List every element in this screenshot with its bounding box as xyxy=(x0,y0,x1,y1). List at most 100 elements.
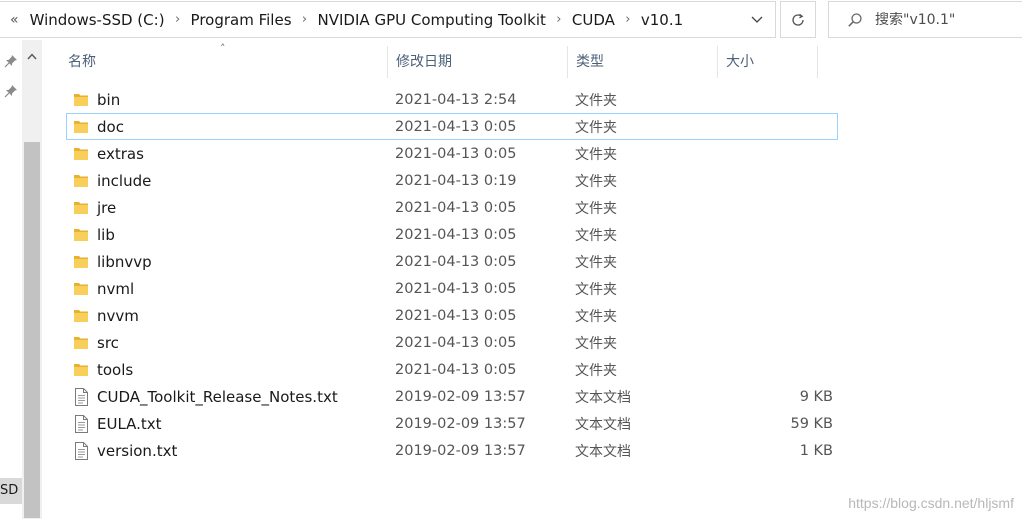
file-name: extras xyxy=(97,144,144,163)
file-name: bin xyxy=(97,90,121,109)
file-row[interactable]: libnvvp 2021-04-13 0:05 文件夹 xyxy=(66,248,838,275)
pin-icon[interactable] xyxy=(4,54,18,68)
chevron-up-icon xyxy=(27,52,37,59)
file-type: 文件夹 xyxy=(575,335,617,352)
file-modified-date: 2021-04-13 0:05 xyxy=(395,118,517,135)
column-header-name[interactable]: 名称 xyxy=(60,40,388,80)
file-row[interactable]: nvvm 2021-04-13 0:05 文件夹 xyxy=(66,302,838,329)
chevron-right-icon[interactable]: › xyxy=(167,12,189,27)
folder-icon xyxy=(74,147,88,160)
breadcrumb-item-current[interactable]: v10.1 xyxy=(639,11,685,29)
file-type: 文件夹 xyxy=(575,308,617,325)
file-list: ˄ 名称 修改日期 类型 大小 bin 2021-04-13 2:54 文件夹 doc… xyxy=(42,40,1022,519)
folder-icon xyxy=(74,336,88,349)
search-input[interactable] xyxy=(875,11,1015,28)
file-type: 文件夹 xyxy=(575,146,617,163)
file-name: jre xyxy=(97,198,117,217)
file-name: nvml xyxy=(97,279,135,298)
breadcrumb-overflow-button[interactable]: « xyxy=(10,12,19,28)
file-name: tools xyxy=(97,360,134,379)
nav-scrollbar[interactable] xyxy=(22,40,42,519)
folder-icon xyxy=(74,363,88,376)
file-size: 59 KB xyxy=(790,415,833,432)
refresh-icon xyxy=(792,13,804,26)
breadcrumb: « Windows-SSD (C:) › Program Files › NVI… xyxy=(0,2,685,37)
file-name: src xyxy=(97,333,119,352)
breadcrumb-item-drive[interactable]: Windows-SSD (C:) xyxy=(28,11,167,29)
file-row[interactable]: extras 2021-04-13 0:05 文件夹 xyxy=(66,140,838,167)
chevron-right-icon[interactable]: › xyxy=(294,12,316,27)
folder-icon xyxy=(74,255,88,268)
file-type: 文件夹 xyxy=(575,92,617,109)
file-row[interactable]: EULA.txt 2019-02-09 13:57 文本文档 59 KB xyxy=(66,410,838,437)
file-modified-date: 2019-02-09 13:57 xyxy=(395,415,526,432)
file-row[interactable]: jre 2021-04-13 0:05 文件夹 xyxy=(66,194,838,221)
file-row[interactable]: include 2021-04-13 0:19 文件夹 xyxy=(66,167,838,194)
file-name: lib xyxy=(97,225,115,244)
file-rows: bin 2021-04-13 2:54 文件夹 doc 2021-04-13 0:05 文… xyxy=(42,86,1022,464)
file-row[interactable]: src 2021-04-13 0:05 文件夹 xyxy=(66,329,838,356)
file-modified-date: 2021-04-13 0:05 xyxy=(395,145,517,162)
file-modified-date: 2019-02-09 13:57 xyxy=(395,442,526,459)
file-type: 文件夹 xyxy=(575,119,617,136)
search-box[interactable] xyxy=(828,1,1022,38)
column-header-row: ˄ 名称 修改日期 类型 大小 xyxy=(42,40,1022,80)
file-row[interactable]: nvml 2021-04-13 0:05 文件夹 xyxy=(66,275,838,302)
address-bar[interactable]: « Windows-SSD (C:) › Program Files › NVI… xyxy=(0,1,776,38)
file-row[interactable]: CUDA_Toolkit_Release_Notes.txt 2019-02-09… xyxy=(66,383,838,410)
file-type: 文本文档 xyxy=(575,443,631,460)
toolbar: « Windows-SSD (C:) › Program Files › NVI… xyxy=(0,0,1022,40)
chevron-down-icon xyxy=(751,16,763,23)
file-name: doc xyxy=(97,117,124,136)
file-modified-date: 2021-04-13 0:05 xyxy=(395,361,517,378)
file-name: nvvm xyxy=(97,306,139,325)
folder-icon xyxy=(74,228,88,241)
column-header-size[interactable]: 大小 xyxy=(718,40,818,80)
text-file-icon xyxy=(75,441,88,460)
file-modified-date: 2021-04-13 0:05 xyxy=(395,334,517,351)
file-type: 文件夹 xyxy=(575,254,617,271)
folder-icon xyxy=(74,309,88,322)
file-row[interactable]: doc 2021-04-13 0:05 文件夹 xyxy=(66,113,838,140)
chevron-right-icon[interactable]: › xyxy=(548,12,570,27)
file-modified-date: 2019-02-09 13:57 xyxy=(395,388,526,405)
file-type: 文件夹 xyxy=(575,362,617,379)
search-icon xyxy=(848,12,862,27)
file-row[interactable]: tools 2021-04-13 0:05 文件夹 xyxy=(66,356,838,383)
pin-icon[interactable] xyxy=(4,84,18,98)
file-row[interactable]: bin 2021-04-13 2:54 文件夹 xyxy=(66,86,838,113)
scrollbar-thumb[interactable] xyxy=(24,142,40,518)
nav-item-drive[interactable]: SD ( xyxy=(0,478,22,504)
folder-icon xyxy=(74,201,88,214)
file-row[interactable]: lib 2021-04-13 0:05 文件夹 xyxy=(66,221,838,248)
file-type: 文本文档 xyxy=(575,389,631,406)
file-modified-date: 2021-04-13 0:05 xyxy=(395,226,517,243)
file-type: 文件夹 xyxy=(575,173,617,190)
file-size: 9 KB xyxy=(799,388,833,405)
file-row[interactable]: version.txt 2019-02-09 13:57 文本文档 1 KB xyxy=(66,437,838,464)
file-type: 文本文档 xyxy=(575,416,631,433)
file-modified-date: 2021-04-13 0:05 xyxy=(395,280,517,297)
scroll-up-button[interactable] xyxy=(22,48,42,64)
folder-icon xyxy=(74,282,88,295)
navigation-pane xyxy=(0,40,22,519)
file-name: EULA.txt xyxy=(97,414,162,433)
file-size: 1 KB xyxy=(799,442,833,459)
breadcrumb-item-program-files[interactable]: Program Files xyxy=(189,11,294,29)
refresh-button[interactable] xyxy=(780,1,816,38)
column-header-date[interactable]: 修改日期 xyxy=(388,40,568,80)
text-file-icon xyxy=(75,414,88,433)
file-name: version.txt xyxy=(97,441,178,460)
file-modified-date: 2021-04-13 0:05 xyxy=(395,253,517,270)
column-header-type[interactable]: 类型 xyxy=(568,40,718,80)
breadcrumb-item-nvidia-toolkit[interactable]: NVIDIA GPU Computing Toolkit xyxy=(316,11,548,29)
chevron-right-icon[interactable]: › xyxy=(617,12,639,27)
folder-icon xyxy=(74,93,88,106)
file-type: 文件夹 xyxy=(575,200,617,217)
file-name: libnvvp xyxy=(97,252,152,271)
file-type: 文件夹 xyxy=(575,227,617,244)
breadcrumb-item-cuda[interactable]: CUDA xyxy=(570,11,617,29)
file-name: include xyxy=(97,171,152,190)
folder-icon xyxy=(74,120,88,133)
address-history-dropdown[interactable] xyxy=(739,2,775,37)
